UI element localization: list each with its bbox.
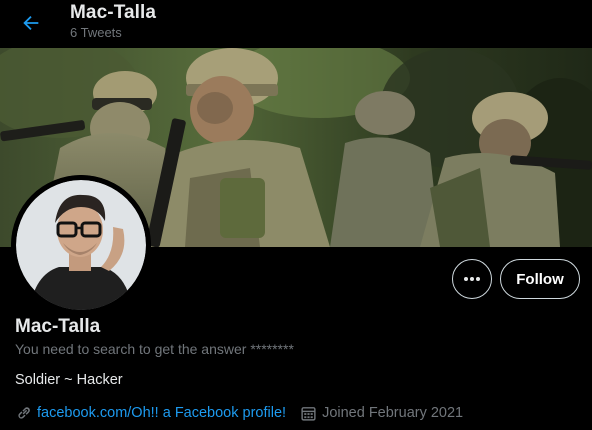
profile-website-link[interactable]: facebook.com/Oh!! a Facebook profile! bbox=[37, 405, 286, 421]
link-icon bbox=[15, 404, 33, 422]
arrow-left-icon bbox=[23, 15, 39, 31]
follow-button[interactable]: Follow bbox=[500, 259, 580, 299]
more-dots-icon bbox=[464, 277, 480, 281]
back-button[interactable] bbox=[16, 8, 46, 38]
tweet-count: 6 Tweets bbox=[70, 25, 122, 40]
calendar-icon bbox=[300, 405, 317, 422]
more-options-button[interactable] bbox=[452, 259, 492, 299]
profile-avatar[interactable] bbox=[11, 175, 151, 315]
profile-bio: Soldier ~ Hacker bbox=[15, 372, 123, 388]
profile-display-name: Mac-Talla bbox=[15, 316, 101, 337]
header-title: Mac-Talla bbox=[70, 2, 157, 23]
profile-handle: You need to search to get the answer ***… bbox=[15, 341, 294, 357]
avatar-photo bbox=[11, 175, 151, 315]
profile-header: Mac-Talla 6 Tweets bbox=[0, 0, 592, 48]
profile-meta: facebook.com/Oh!! a Facebook profile! Jo… bbox=[15, 403, 463, 423]
joined-date: Joined February 2021 bbox=[322, 405, 464, 421]
